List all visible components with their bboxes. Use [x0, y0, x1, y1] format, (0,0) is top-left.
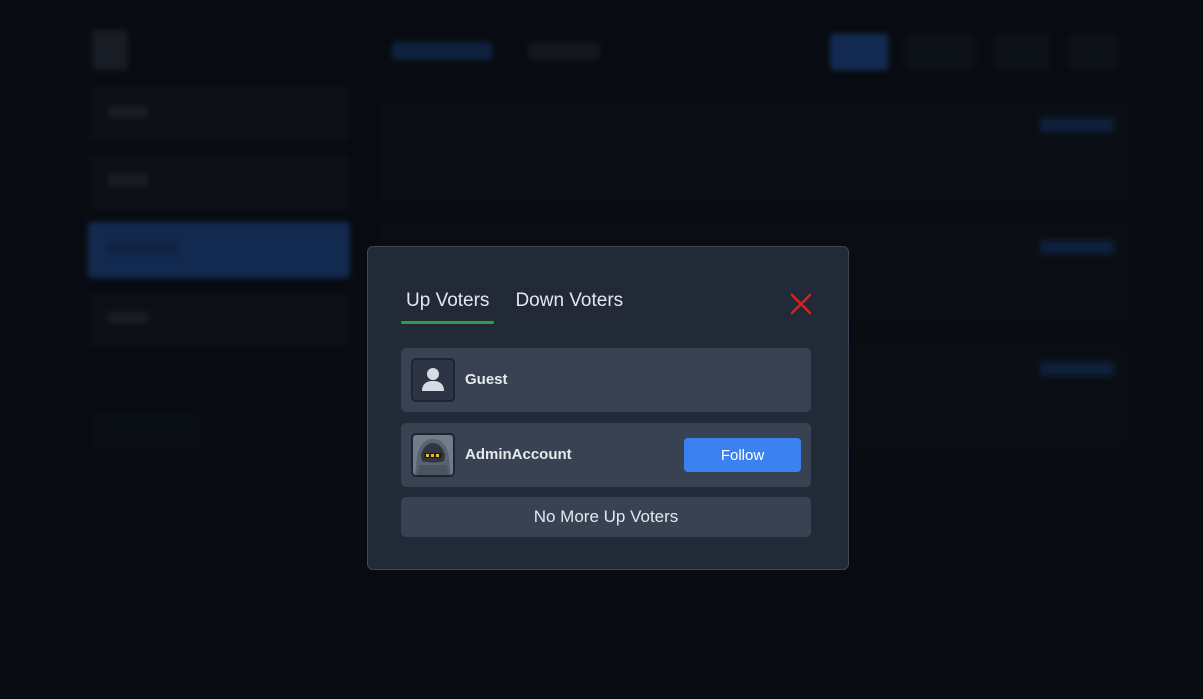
voter-row: Guest [401, 348, 811, 412]
voters-modal: Up Voters Down Voters Guest AdminAccount… [367, 246, 849, 570]
person-icon[interactable] [411, 358, 455, 402]
voter-row: AdminAccount Follow [401, 423, 811, 487]
tab-down-voters[interactable]: Down Voters [510, 290, 628, 320]
follow-button[interactable]: Follow [684, 438, 801, 472]
helmet-avatar-image[interactable] [411, 433, 455, 477]
no-more-voters-button[interactable]: No More Up Voters [401, 497, 811, 537]
close-icon[interactable] [788, 291, 814, 317]
voter-name[interactable]: Guest [465, 371, 508, 388]
voters-tabs: Up Voters Down Voters [401, 290, 628, 324]
voter-name[interactable]: AdminAccount [465, 446, 572, 463]
tab-up-voters[interactable]: Up Voters [401, 290, 495, 324]
